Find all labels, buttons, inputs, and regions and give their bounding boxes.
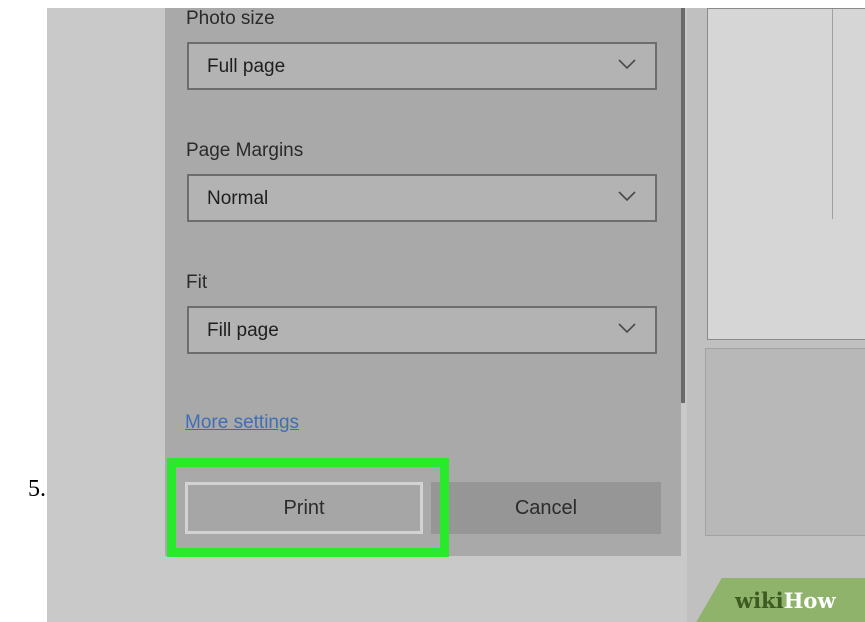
print-preview-area: [687, 8, 865, 622]
chevron-down-icon: [618, 59, 636, 70]
photo-size-value: Full page: [207, 56, 286, 77]
preview-lower-region: [705, 348, 865, 536]
watermark-part1: wiki: [735, 588, 784, 613]
watermark-part2: How: [783, 588, 836, 613]
more-settings-link[interactable]: More settings: [185, 412, 299, 434]
photo-size-dropdown[interactable]: Full page: [187, 42, 657, 90]
page-margins-dropdown[interactable]: Normal: [187, 174, 657, 222]
fit-dropdown[interactable]: Fill page: [187, 306, 657, 354]
preview-page: [707, 8, 865, 340]
fit-label: Fit: [186, 272, 208, 293]
print-button-highlight: [167, 458, 449, 557]
fit-value: Fill page: [207, 320, 279, 341]
chevron-down-icon: [618, 323, 636, 334]
wikihow-watermark: wikiHow: [735, 588, 836, 613]
cancel-button[interactable]: Cancel: [431, 482, 661, 534]
scrollbar[interactable]: [681, 8, 685, 403]
page-margins-value: Normal: [207, 188, 269, 209]
chevron-down-icon: [618, 191, 636, 202]
photo-size-label: Photo size: [186, 8, 275, 29]
page-margins-label: Page Margins: [186, 140, 304, 161]
step-number: 5.: [28, 476, 46, 502]
preview-divider: [832, 9, 833, 219]
screenshot-frame: Photo size Full page Page Margins Normal…: [47, 8, 865, 622]
